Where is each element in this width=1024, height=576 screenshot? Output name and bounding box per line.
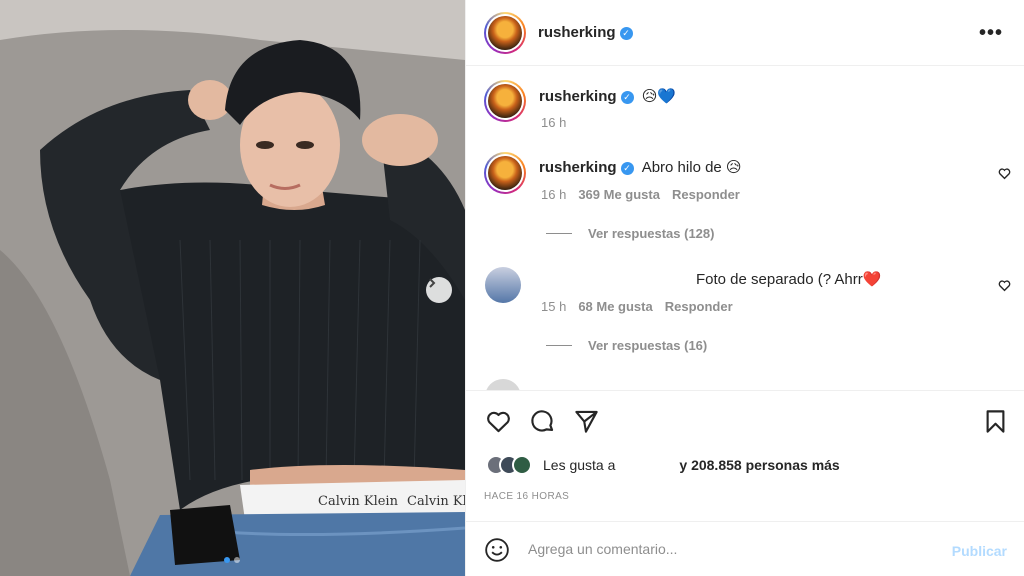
carousel-dot-1 — [224, 557, 230, 563]
verified-badge-icon: ✓ — [620, 91, 634, 104]
verified-badge-icon: ✓ — [620, 162, 634, 175]
comment-icon[interactable] — [529, 408, 556, 440]
comment-likes[interactable]: 369 Me gusta — [578, 187, 660, 202]
likes-prefix: Les gusta a — [543, 457, 616, 473]
comment-time: 15 h — [541, 299, 567, 314]
caption-meta: 16 h — [541, 115, 566, 130]
next-photo-button[interactable] — [426, 277, 452, 303]
share-icon[interactable] — [573, 408, 600, 440]
caption: rusherking ✓ 😥💙 — [539, 87, 676, 105]
comment-time: 16 h — [541, 187, 567, 202]
comment-avatar[interactable] — [484, 152, 526, 194]
waistband-brand-2: Calvin Klein — [407, 494, 465, 509]
like-comment-heart-icon[interactable] — [998, 279, 1011, 297]
like-comment-heart-icon[interactable] — [998, 167, 1011, 185]
post-side-panel: rusherking ✓ ••• rusherking ✓ 😥💙 16 h rush… — [465, 0, 1024, 576]
header-username[interactable]: rusherking ✓ — [538, 24, 633, 41]
comment-2-meta: 15 h 68 Me gusta Responder — [541, 299, 733, 314]
view-replies-button[interactable]: Ver respuestas (128) — [546, 226, 714, 241]
comment-input[interactable] — [528, 538, 928, 560]
view-replies-button[interactable]: Ver respuestas (16) — [546, 338, 707, 353]
post-header: rusherking ✓ ••• — [466, 0, 1024, 66]
comment-avatar[interactable] — [485, 379, 521, 390]
carousel-dot-2 — [234, 557, 240, 563]
liker-avatar — [512, 455, 532, 475]
avatar[interactable] — [484, 12, 526, 54]
comment-1-meta: 16 h 369 Me gusta Responder — [541, 187, 740, 202]
comment-likes[interactable]: 68 Me gusta — [578, 299, 652, 314]
emoji-icon[interactable] — [484, 537, 510, 568]
post-actions: Les gusta a y 208.858 personas más HACE 1… — [466, 390, 1024, 520]
view-replies-label[interactable]: Ver respuestas (128) — [588, 226, 714, 241]
reply-button[interactable]: Responder — [672, 187, 740, 202]
comment-composer: Publicar — [466, 521, 1024, 576]
caption-avatar[interactable] — [484, 80, 526, 122]
verified-badge-icon: ✓ — [619, 27, 633, 40]
post-photo[interactable]: Calvin Klein Calvin Klein — [0, 0, 465, 576]
carousel-indicator — [224, 557, 240, 563]
likes-count[interactable]: y 208.858 personas más — [679, 457, 839, 473]
waistband-brand-1: Calvin Klein — [318, 494, 399, 509]
reply-button[interactable]: Responder — [665, 299, 733, 314]
comment-text: Foto de separado (? Ahrr❤️ — [696, 271, 882, 288]
more-options-icon[interactable]: ••• — [979, 22, 1003, 45]
comment-2: Foto de separado (? Ahrr❤️ — [696, 270, 881, 288]
caption-time: 16 h — [541, 115, 567, 130]
header-username-text[interactable]: rusherking — [538, 24, 616, 41]
comments-list[interactable]: rusherking ✓ 😥💙 16 h rusherking ✓ Abro hil… — [466, 67, 1024, 390]
publish-button[interactable]: Publicar — [952, 543, 1007, 559]
comment-avatar[interactable] — [485, 267, 521, 303]
comment-1: rusherking ✓ Abro hilo de 😥 — [539, 158, 742, 176]
caption-username[interactable]: rusherking — [539, 88, 617, 105]
likes-text: Les gusta a y 208.858 personas más — [543, 457, 840, 473]
post-time-ago[interactable]: HACE 16 HORAS — [484, 491, 569, 502]
comment-text: Abro hilo de 😥 — [641, 159, 742, 176]
view-replies-label[interactable]: Ver respuestas (16) — [588, 338, 707, 353]
comment-username[interactable]: rusherking — [539, 159, 617, 176]
likes-summary[interactable]: Les gusta a y 208.858 personas más — [486, 455, 840, 475]
bookmark-icon[interactable] — [982, 408, 1009, 440]
heart-icon[interactable] — [485, 408, 512, 440]
post-photo-illustration: Calvin Klein Calvin Klein — [0, 0, 465, 576]
caption-text: 😥💙 — [641, 88, 677, 105]
